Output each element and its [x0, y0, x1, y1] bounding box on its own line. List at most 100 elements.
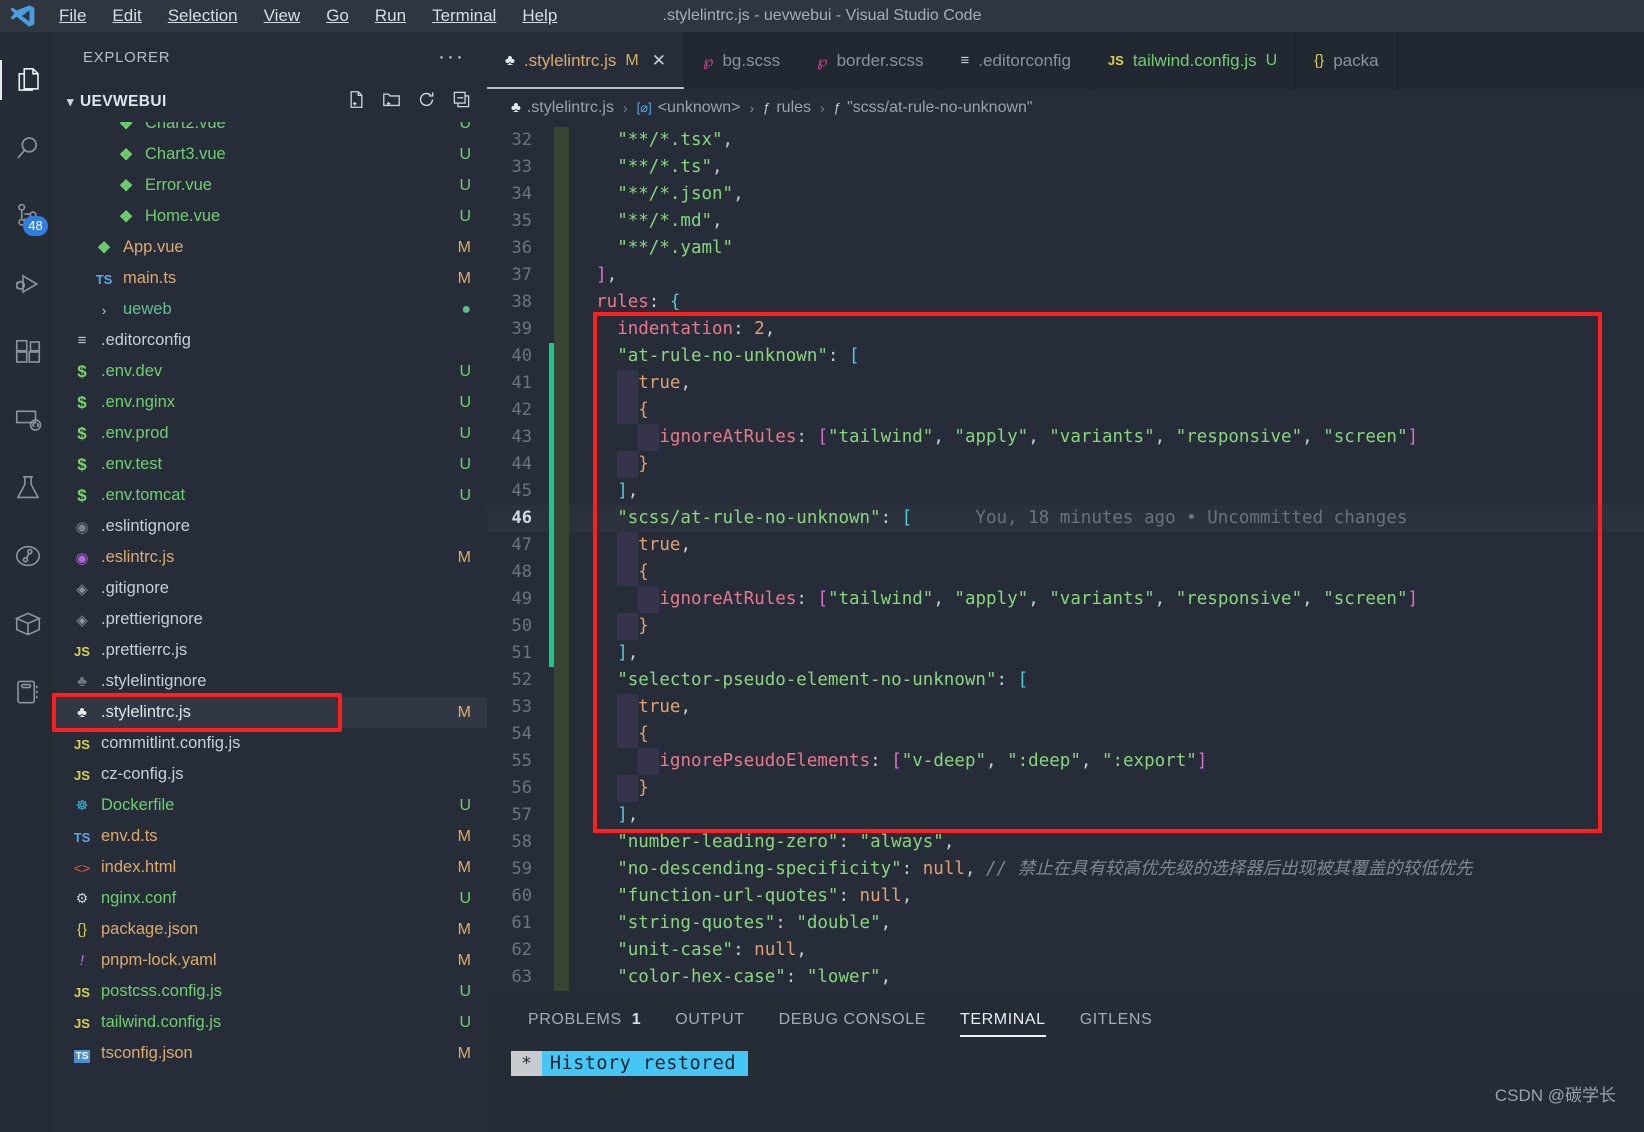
- menu-run[interactable]: Run: [362, 4, 419, 28]
- fold-gutter[interactable]: [554, 424, 569, 451]
- menu-selection[interactable]: Selection: [155, 4, 251, 28]
- breadcrumb-item[interactable]: ƒ "scss/at-rule-no-unknown": [834, 99, 1033, 117]
- file-tree-item[interactable]: ◉ .eslintignore: [55, 511, 487, 542]
- file-tree-item[interactable]: JS .prettierrc.js: [55, 635, 487, 666]
- fold-gutter[interactable]: [554, 208, 569, 235]
- code-line[interactable]: 61 "string-quotes": "double",: [487, 910, 1644, 937]
- file-tree-item[interactable]: $ .env.test U: [55, 449, 487, 480]
- file-tree-item[interactable]: ❖ Chart2.vue U: [55, 122, 487, 139]
- file-tree-item[interactable]: ◈ .prettierignore: [55, 604, 487, 635]
- file-tree-item[interactable]: {} package.json M: [55, 914, 487, 945]
- tab-close-icon[interactable]: ✕: [652, 51, 666, 71]
- fold-gutter[interactable]: [554, 802, 569, 829]
- code-line[interactable]: 42 {: [487, 397, 1644, 424]
- file-tree-item[interactable]: ◉ .eslintrc.js M: [55, 542, 487, 573]
- code-line[interactable]: 39 indentation: 2,: [487, 316, 1644, 343]
- file-tree-item[interactable]: › ueweb ●: [55, 294, 487, 325]
- file-tree-item[interactable]: ❖ Home.vue U: [55, 201, 487, 232]
- file-tree-item[interactable]: ! pnpm-lock.yaml M: [55, 945, 487, 976]
- fold-gutter[interactable]: [554, 397, 569, 424]
- editor-tab[interactable]: ℘ border.scss: [799, 32, 943, 89]
- fold-gutter[interactable]: [554, 613, 569, 640]
- menu-edit[interactable]: Edit: [99, 4, 154, 28]
- fold-gutter[interactable]: [554, 559, 569, 586]
- code-line[interactable]: 62 "unit-case": null,: [487, 937, 1644, 964]
- fold-gutter[interactable]: [554, 694, 569, 721]
- file-tree-item[interactable]: JS cz-config.js: [55, 759, 487, 790]
- file-tree[interactable]: ❖ Chart2.vue U ❖ Chart3.vue U ❖ Error.vue U ❖ Home…: [55, 122, 487, 1132]
- fold-gutter[interactable]: [554, 937, 569, 964]
- refresh-icon[interactable]: [417, 90, 436, 114]
- code-line[interactable]: 48 {: [487, 559, 1644, 586]
- code-line[interactable]: 43 ignoreAtRules: ["tailwind", "apply", …: [487, 424, 1644, 451]
- menu-bar[interactable]: File Edit Selection View Go Run Terminal…: [46, 4, 570, 28]
- code-line[interactable]: 32 "**/*.tsx",: [487, 127, 1644, 154]
- file-tree-item[interactable]: JS tailwind.config.js U: [55, 1007, 487, 1038]
- file-tree-item[interactable]: TS main.ts M: [55, 263, 487, 294]
- fold-gutter[interactable]: [554, 829, 569, 856]
- fold-gutter[interactable]: [554, 478, 569, 505]
- breadcrumb-item[interactable]: [⌀] <unknown>: [637, 99, 741, 117]
- activitybar-explorer-icon[interactable]: [0, 46, 55, 114]
- code-line[interactable]: 56 }: [487, 775, 1644, 802]
- fold-gutter[interactable]: [554, 262, 569, 289]
- fold-gutter[interactable]: [554, 154, 569, 181]
- fold-gutter[interactable]: [554, 505, 569, 532]
- activitybar-package-box-icon[interactable]: [0, 590, 55, 658]
- panel-tab[interactable]: TERMINAL: [943, 995, 1063, 1045]
- fold-gutter[interactable]: [554, 910, 569, 937]
- fold-gutter[interactable]: [554, 316, 569, 343]
- more-actions-icon[interactable]: ···: [438, 46, 465, 67]
- editor-tab[interactable]: {} packa: [1296, 32, 1398, 89]
- fold-gutter[interactable]: [554, 856, 569, 883]
- file-tree-item[interactable]: $ .env.tomcat U: [55, 480, 487, 511]
- code-line[interactable]: 63 "color-hex-case": "lower",: [487, 964, 1644, 991]
- code-line[interactable]: 41 true,: [487, 370, 1644, 397]
- file-tree-item[interactable]: ♣ .stylelintrc.js M: [55, 697, 487, 728]
- activitybar-source-control-icon[interactable]: 48: [0, 182, 55, 250]
- code-line[interactable]: 50 }: [487, 613, 1644, 640]
- panel-tab-bar[interactable]: PROBLEMS 1 OUTPUT DEBUG CONSOLE TERMINAL GITL…: [487, 995, 1644, 1045]
- panel-tab[interactable]: PROBLEMS 1: [511, 995, 658, 1045]
- activitybar-gitlens-icon[interactable]: [0, 522, 55, 590]
- panel-tab[interactable]: DEBUG CONSOLE: [762, 995, 943, 1045]
- explorer-actions[interactable]: [347, 90, 471, 114]
- code-line[interactable]: 35 "**/*.md",: [487, 208, 1644, 235]
- file-tree-item[interactable]: ♣ .stylelintignore: [55, 666, 487, 697]
- file-tree-item[interactable]: TS env.d.ts M: [55, 821, 487, 852]
- code-line[interactable]: 45],: [487, 478, 1644, 505]
- code-line[interactable]: 36 "**/*.yaml": [487, 235, 1644, 262]
- code-line[interactable]: 33 "**/*.ts",: [487, 154, 1644, 181]
- workspace-root-row[interactable]: ▾ UEVWEBUI: [55, 82, 487, 122]
- code-line[interactable]: 59 "no-descending-specificity": null, // …: [487, 856, 1644, 883]
- file-tree-item[interactable]: JS commitlint.config.js: [55, 728, 487, 759]
- activitybar-run-and-debug-icon[interactable]: [0, 250, 55, 318]
- breadcrumb-item[interactable]: ƒ rules: [763, 99, 811, 117]
- file-tree-item[interactable]: ❖ Error.vue U: [55, 170, 487, 201]
- activitybar-notebook-icon[interactable]: [0, 658, 55, 726]
- fold-gutter[interactable]: [554, 964, 569, 991]
- fold-gutter[interactable]: [554, 181, 569, 208]
- file-tree-item[interactable]: <> index.html M: [55, 852, 487, 883]
- code-line[interactable]: 55 ignorePseudoElements: ["v-deep", ":de…: [487, 748, 1644, 775]
- file-tree-item[interactable]: ☸ Dockerfile U: [55, 790, 487, 821]
- file-tree-item[interactable]: ❖ App.vue M: [55, 232, 487, 263]
- menu-file[interactable]: File: [46, 4, 99, 28]
- fold-gutter[interactable]: [554, 235, 569, 262]
- fold-gutter[interactable]: [554, 748, 569, 775]
- file-tree-item[interactable]: ◈ .gitignore: [55, 573, 487, 604]
- fold-gutter[interactable]: [554, 721, 569, 748]
- fold-gutter[interactable]: [554, 667, 569, 694]
- code-editor[interactable]: 32 "**/*.tsx", 33 "**/*.ts", 34 "**/*.json", 3…: [487, 127, 1644, 1027]
- fold-gutter[interactable]: [554, 586, 569, 613]
- code-line[interactable]: 44 }: [487, 451, 1644, 478]
- collapse-all-icon[interactable]: [452, 90, 471, 114]
- fold-gutter[interactable]: [554, 775, 569, 802]
- code-line[interactable]: 52 "selector-pseudo-element-no-unknown": …: [487, 667, 1644, 694]
- breadcrumb[interactable]: ♣ .stylelintrc.js › [⌀] <unknown> › ƒ rules › ƒ "s…: [487, 89, 1644, 127]
- code-line[interactable]: 37],: [487, 262, 1644, 289]
- new-folder-icon[interactable]: [382, 90, 401, 114]
- file-tree-item[interactable]: ≡ .editorconfig: [55, 325, 487, 356]
- fold-gutter[interactable]: [554, 127, 569, 154]
- fold-gutter[interactable]: [554, 289, 569, 316]
